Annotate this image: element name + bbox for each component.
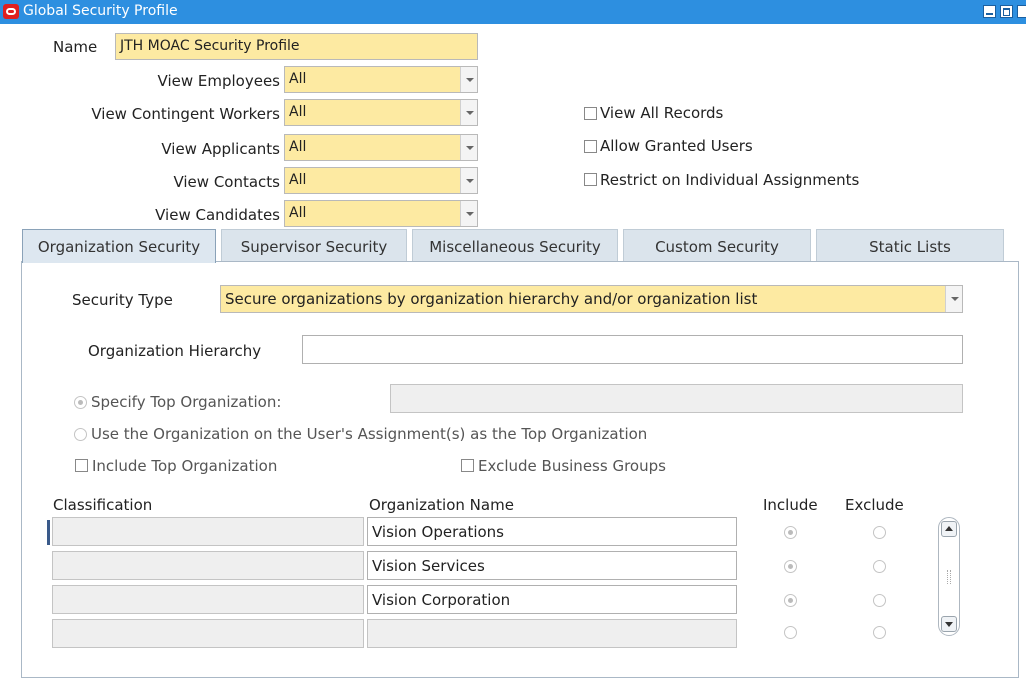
tab-supervisor-security[interactable]: Supervisor Security — [221, 229, 407, 262]
view-employees-label: View Employees — [157, 72, 280, 90]
exclude-column-header: Exclude — [845, 496, 904, 514]
exclude-business-groups-label: Exclude Business Groups — [478, 457, 666, 475]
chevron-down-icon[interactable] — [460, 168, 477, 193]
allow-granted-users-label: Allow Granted Users — [600, 137, 753, 155]
title-bar: Global Security Profile — [0, 0, 1026, 24]
classification-field[interactable] — [52, 585, 364, 614]
org-name-field[interactable]: Vision Corporation — [367, 585, 737, 614]
view-candidates-label: View Candidates — [155, 206, 280, 224]
view-applicants-label: View Applicants — [161, 140, 280, 158]
include-radio[interactable] — [784, 626, 797, 639]
oracle-logo-icon — [3, 4, 19, 19]
minimize-icon[interactable] — [983, 5, 996, 18]
restrict-individual-assignments-checkbox[interactable] — [584, 173, 597, 186]
chevron-down-icon[interactable] — [460, 67, 477, 92]
org-name-field[interactable]: Vision Services — [367, 551, 737, 580]
scroll-up-icon[interactable] — [941, 521, 957, 537]
include-radio[interactable] — [784, 560, 797, 573]
classification-field[interactable] — [52, 619, 364, 648]
classification-column-header: Classification — [53, 496, 153, 514]
allow-granted-users-checkbox[interactable] — [584, 140, 597, 153]
scroll-grip-icon[interactable] — [947, 570, 951, 584]
exclude-radio[interactable] — [873, 626, 886, 639]
org-name-field[interactable] — [367, 619, 737, 648]
include-radio[interactable] — [784, 594, 797, 607]
use-user-assignment-radio[interactable] — [74, 428, 87, 441]
exclude-business-groups-checkbox[interactable] — [461, 459, 474, 472]
org-hierarchy-label: Organization Hierarchy — [88, 342, 262, 360]
view-contacts-select[interactable]: All — [284, 167, 478, 194]
chevron-down-icon[interactable] — [945, 286, 962, 312]
view-applicants-value: All — [289, 139, 307, 155]
chevron-down-icon[interactable] — [460, 201, 477, 226]
include-column-header: Include — [763, 496, 818, 514]
org-name-field[interactable]: Vision Operations — [367, 517, 737, 546]
view-all-records-checkbox[interactable] — [584, 107, 597, 120]
chevron-down-icon[interactable] — [460, 100, 477, 125]
specify-top-org-radio[interactable] — [74, 396, 87, 409]
use-user-assignment-label: Use the Organization on the User's Assig… — [91, 425, 648, 443]
tab-static-lists[interactable]: Static Lists — [816, 229, 1004, 262]
view-candidates-value: All — [289, 205, 307, 221]
name-label: Name — [53, 38, 98, 56]
include-top-org-checkbox[interactable] — [75, 459, 88, 472]
classification-field[interactable] — [52, 517, 364, 546]
chevron-down-icon[interactable] — [460, 135, 477, 160]
window-title: Global Security Profile — [23, 3, 178, 19]
exclude-radio[interactable] — [873, 560, 886, 573]
security-type-value: Secure organizations by organization hie… — [225, 290, 758, 308]
current-record-indicator — [47, 520, 50, 545]
specify-top-org-label: Specify Top Organization: — [91, 393, 282, 411]
security-type-select[interactable]: Secure organizations by organization hie… — [220, 285, 963, 313]
view-contingent-workers-select[interactable]: All — [284, 99, 478, 126]
view-candidates-select[interactable]: All — [284, 200, 478, 227]
restrict-individual-assignments-label: Restrict on Individual Assignments — [600, 171, 860, 189]
maximize-icon[interactable] — [1000, 5, 1013, 18]
exclude-radio[interactable] — [873, 594, 886, 607]
records-scrollbar[interactable] — [938, 517, 960, 636]
view-applicants-select[interactable]: All — [284, 134, 478, 161]
scroll-down-icon[interactable] — [941, 616, 957, 632]
view-all-records-label: View All Records — [600, 104, 724, 122]
tab-organization-security[interactable]: Organization Security — [22, 229, 216, 263]
view-contacts-label: View Contacts — [173, 173, 280, 191]
classification-field[interactable] — [52, 551, 364, 580]
view-contingent-workers-value: All — [289, 104, 307, 120]
tab-miscellaneous-security[interactable]: Miscellaneous Security — [412, 229, 618, 262]
view-employees-select[interactable]: All — [284, 66, 478, 93]
security-type-label: Security Type — [72, 291, 173, 309]
name-value: JTH MOAC Security Profile — [120, 38, 300, 54]
organization-name-column-header: Organization Name — [369, 496, 514, 514]
name-field[interactable]: JTH MOAC Security Profile — [115, 33, 478, 60]
view-employees-value: All — [289, 71, 307, 87]
view-contacts-value: All — [289, 172, 307, 188]
org-hierarchy-field[interactable] — [302, 335, 963, 364]
include-top-org-label: Include Top Organization — [92, 457, 278, 475]
top-org-field[interactable] — [390, 384, 963, 413]
exclude-radio[interactable] — [873, 526, 886, 539]
tab-custom-security[interactable]: Custom Security — [623, 229, 811, 262]
close-icon[interactable] — [1017, 5, 1026, 18]
view-contingent-workers-label: View Contingent Workers — [91, 105, 280, 123]
include-radio[interactable] — [784, 526, 797, 539]
